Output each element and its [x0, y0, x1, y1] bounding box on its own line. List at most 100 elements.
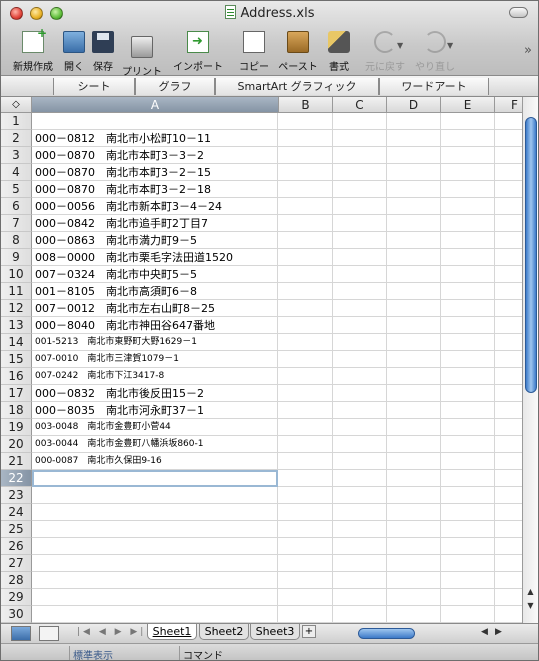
cell[interactable]: [333, 232, 387, 249]
cell[interactable]: [387, 113, 441, 130]
cell[interactable]: [495, 521, 522, 538]
cell[interactable]: [495, 249, 522, 266]
cell[interactable]: [387, 351, 441, 368]
row-header[interactable]: 30: [1, 606, 32, 623]
cell[interactable]: [387, 147, 441, 164]
cell[interactable]: [441, 385, 495, 402]
cell[interactable]: [441, 283, 495, 300]
cell[interactable]: [387, 317, 441, 334]
sheet-tab-3[interactable]: Sheet3: [250, 624, 300, 640]
cell[interactable]: [279, 351, 333, 368]
cell[interactable]: [387, 181, 441, 198]
row-header[interactable]: 19: [1, 419, 32, 436]
cell-a[interactable]: [32, 470, 278, 487]
column-header-d[interactable]: D: [387, 97, 441, 113]
cell[interactable]: [387, 589, 441, 606]
cell[interactable]: [387, 521, 441, 538]
cell[interactable]: [333, 300, 387, 317]
cell[interactable]: [387, 555, 441, 572]
scroll-left-icon[interactable]: ◀: [481, 627, 488, 637]
row-header[interactable]: 10: [1, 266, 32, 283]
cell[interactable]: [441, 181, 495, 198]
cell[interactable]: [387, 538, 441, 555]
cell[interactable]: [279, 283, 333, 300]
cell[interactable]: [495, 470, 522, 487]
cell-a[interactable]: 008－0000 南北市栗毛字法田道1520: [32, 249, 278, 266]
row-header[interactable]: 14: [1, 334, 32, 351]
cell[interactable]: [495, 147, 522, 164]
cell-a[interactable]: 000－0056 南北市新本町3－4－24: [32, 198, 278, 215]
cell[interactable]: [279, 385, 333, 402]
sheet-tab-1[interactable]: Sheet1: [147, 624, 197, 640]
cell-a[interactable]: [32, 504, 278, 521]
cell[interactable]: [279, 300, 333, 317]
cell-a[interactable]: 003-0048 南北市金豊町小菅44: [32, 419, 278, 436]
tab-chart[interactable]: グラフ: [135, 78, 215, 95]
cell-a[interactable]: 007-0010 南北市三津賀1079－1: [32, 351, 278, 368]
cell[interactable]: [495, 589, 522, 606]
tab-smartart[interactable]: SmartArt グラフィック: [215, 78, 379, 95]
tab-sheet[interactable]: シート: [53, 78, 135, 95]
cell[interactable]: [279, 504, 333, 521]
cell[interactable]: [495, 351, 522, 368]
cell[interactable]: [441, 555, 495, 572]
cell[interactable]: [441, 521, 495, 538]
cell[interactable]: [333, 147, 387, 164]
cell[interactable]: [495, 402, 522, 419]
cell[interactable]: [441, 453, 495, 470]
cell[interactable]: [387, 419, 441, 436]
cell[interactable]: [441, 487, 495, 504]
cell[interactable]: [279, 419, 333, 436]
cell[interactable]: [279, 215, 333, 232]
redo-dropdown-icon[interactable]: ▼: [447, 41, 453, 50]
redo-button[interactable]: ▼ やり直し: [411, 27, 459, 73]
row-header[interactable]: 29: [1, 589, 32, 606]
cell[interactable]: [333, 385, 387, 402]
cell[interactable]: [333, 555, 387, 572]
cell[interactable]: [387, 300, 441, 317]
cell[interactable]: [495, 368, 522, 385]
cell[interactable]: [441, 470, 495, 487]
cell[interactable]: [333, 198, 387, 215]
cell[interactable]: [495, 113, 522, 130]
cell[interactable]: [333, 606, 387, 623]
undo-button[interactable]: ▼ 元に戻す: [361, 27, 409, 73]
cell[interactable]: [333, 266, 387, 283]
cell[interactable]: [333, 351, 387, 368]
cell[interactable]: [495, 283, 522, 300]
row-header[interactable]: 7: [1, 215, 32, 232]
cell[interactable]: [495, 300, 522, 317]
cell[interactable]: [279, 164, 333, 181]
normal-view-button[interactable]: [11, 626, 31, 641]
cell[interactable]: [441, 589, 495, 606]
cell[interactable]: [441, 402, 495, 419]
row-header[interactable]: 16: [1, 368, 32, 385]
cell[interactable]: [441, 419, 495, 436]
row-header[interactable]: 28: [1, 572, 32, 589]
cell[interactable]: [387, 453, 441, 470]
cell[interactable]: [495, 266, 522, 283]
undo-dropdown-icon[interactable]: ▼: [397, 41, 403, 50]
open-button[interactable]: 開く: [59, 27, 89, 73]
cell[interactable]: [387, 130, 441, 147]
row-header[interactable]: 5: [1, 181, 32, 198]
tab-wordart[interactable]: ワードアート: [379, 78, 489, 95]
cell[interactable]: [333, 164, 387, 181]
cell[interactable]: [387, 504, 441, 521]
paste-button[interactable]: ペースト: [275, 27, 321, 73]
cell[interactable]: [333, 402, 387, 419]
row-header[interactable]: 15: [1, 351, 32, 368]
scroll-down-icon[interactable]: ▼: [523, 601, 538, 613]
cell[interactable]: [279, 521, 333, 538]
cell[interactable]: [441, 147, 495, 164]
cell[interactable]: [279, 436, 333, 453]
cell[interactable]: [495, 487, 522, 504]
row-header[interactable]: 9: [1, 249, 32, 266]
row-header[interactable]: 6: [1, 198, 32, 215]
cell[interactable]: [441, 538, 495, 555]
cell[interactable]: [387, 368, 441, 385]
cell[interactable]: [279, 402, 333, 419]
cell[interactable]: [279, 198, 333, 215]
cell[interactable]: [387, 232, 441, 249]
cell[interactable]: [495, 198, 522, 215]
